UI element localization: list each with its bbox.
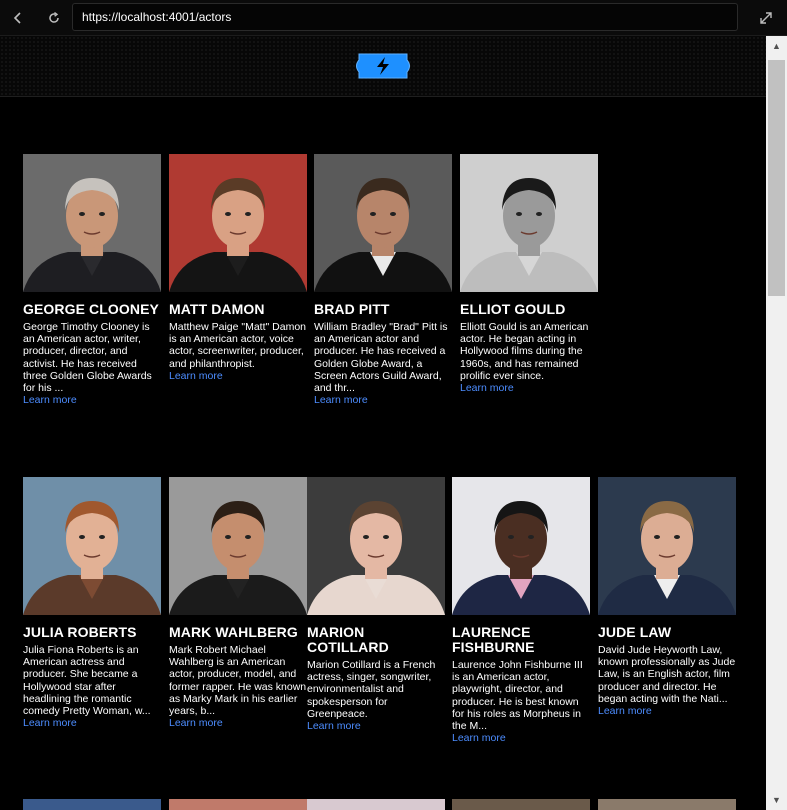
actor-photo[interactable] — [314, 154, 452, 292]
page-viewport: GEORGE CLOONEY George Timothy Clooney is… — [0, 36, 766, 810]
actor-name: MARK WAHLBERG — [169, 624, 298, 640]
learn-more-link[interactable]: Learn more — [452, 732, 592, 744]
actor-bio: Elliott Gould is an American actor. He b… — [460, 321, 589, 382]
chevron-left-icon — [13, 12, 21, 24]
actor-card: MARK WAHLBERG Mark Robert Michael Wahlbe… — [169, 477, 309, 729]
back-button[interactable] — [7, 7, 29, 29]
actor-name: JUDE LAW — [598, 624, 672, 640]
actor-card: JULIA ROBERTS Julia Fiona Roberts is an … — [23, 477, 163, 729]
browser-toolbar: https://localhost:4001/actors — [0, 0, 787, 36]
vertical-scrollbar[interactable]: ▲ ▼ — [766, 36, 787, 810]
actor-photo[interactable] — [460, 154, 598, 292]
scroll-down-button[interactable]: ▼ — [766, 790, 787, 810]
actor-name: JULIA ROBERTS — [23, 624, 137, 640]
actor-photo[interactable] — [307, 477, 445, 615]
actor-card: MARION COTILLARD Marion Cotillard is a F… — [307, 477, 447, 732]
learn-more-link[interactable]: Learn more — [307, 720, 447, 732]
actor-name: BRAD PITT — [314, 301, 390, 317]
learn-more-link[interactable]: Learn more — [460, 382, 600, 394]
actor-photo[interactable] — [169, 477, 307, 615]
actor-photo-partial[interactable] — [307, 799, 445, 810]
actor-photo[interactable] — [23, 477, 161, 615]
learn-more-link[interactable]: Learn more — [23, 394, 163, 406]
actor-bio: Marion Cotillard is a French actress, si… — [307, 659, 436, 720]
scroll-up-button[interactable]: ▲ — [766, 36, 787, 56]
actor-photo-partial[interactable] — [452, 799, 590, 810]
actor-card: GEORGE CLOONEY George Timothy Clooney is… — [23, 154, 163, 406]
actor-card: MATT DAMON Matthew Paige "Matt" Damon is… — [169, 154, 309, 382]
reload-button[interactable] — [43, 7, 65, 29]
actor-card: BRAD PITT William Bradley "Brad" Pitt is… — [314, 154, 454, 406]
actor-photo[interactable] — [23, 154, 161, 292]
actor-name: MATT DAMON — [169, 301, 265, 317]
actor-card: LAURENCE FISHBURNE Laurence John Fishbur… — [452, 477, 592, 744]
learn-more-link[interactable]: Learn more — [314, 394, 454, 406]
actor-card: ELLIOT GOULD Elliott Gould is an America… — [460, 154, 600, 394]
actor-bio: George Timothy Clooney is an American ac… — [23, 321, 152, 395]
scroll-thumb[interactable] — [768, 60, 785, 296]
actor-card: JUDE LAW David Jude Heyworth Law, known … — [598, 477, 738, 717]
actor-bio: Laurence John Fishburne III is an Americ… — [452, 659, 583, 733]
actor-photo-partial[interactable] — [169, 799, 307, 810]
learn-more-link[interactable]: Learn more — [598, 705, 738, 717]
learn-more-link[interactable]: Learn more — [23, 717, 163, 729]
actor-name: MARION COTILLARD — [307, 624, 389, 655]
site-header — [0, 36, 766, 97]
actor-bio: Julia Fiona Roberts is an American actre… — [23, 644, 151, 718]
lightning-logo-icon[interactable] — [353, 51, 413, 81]
expand-icon — [760, 12, 772, 24]
actor-name: ELLIOT GOULD — [460, 301, 566, 317]
actor-photo[interactable] — [169, 154, 307, 292]
actor-photo-partial[interactable] — [23, 799, 161, 810]
learn-more-link[interactable]: Learn more — [169, 370, 309, 382]
actor-photo[interactable] — [598, 477, 736, 615]
expand-button[interactable] — [755, 7, 777, 29]
actor-bio: Mark Robert Michael Wahlberg is an Ameri… — [169, 644, 307, 718]
actor-bio: Matthew Paige "Matt" Damon is an America… — [169, 321, 307, 370]
actor-name: LAURENCE FISHBURNE — [452, 624, 535, 655]
actor-bio: William Bradley "Brad" Pitt is an Americ… — [314, 321, 448, 395]
learn-more-link[interactable]: Learn more — [169, 717, 309, 729]
actor-bio: David Jude Heyworth Law, known professio… — [598, 644, 736, 705]
actor-photo-partial[interactable] — [598, 799, 736, 810]
reload-icon — [49, 11, 59, 23]
actor-photo[interactable] — [452, 477, 590, 615]
address-bar[interactable]: https://localhost:4001/actors — [72, 3, 738, 31]
actor-name: GEORGE CLOONEY — [23, 301, 159, 317]
